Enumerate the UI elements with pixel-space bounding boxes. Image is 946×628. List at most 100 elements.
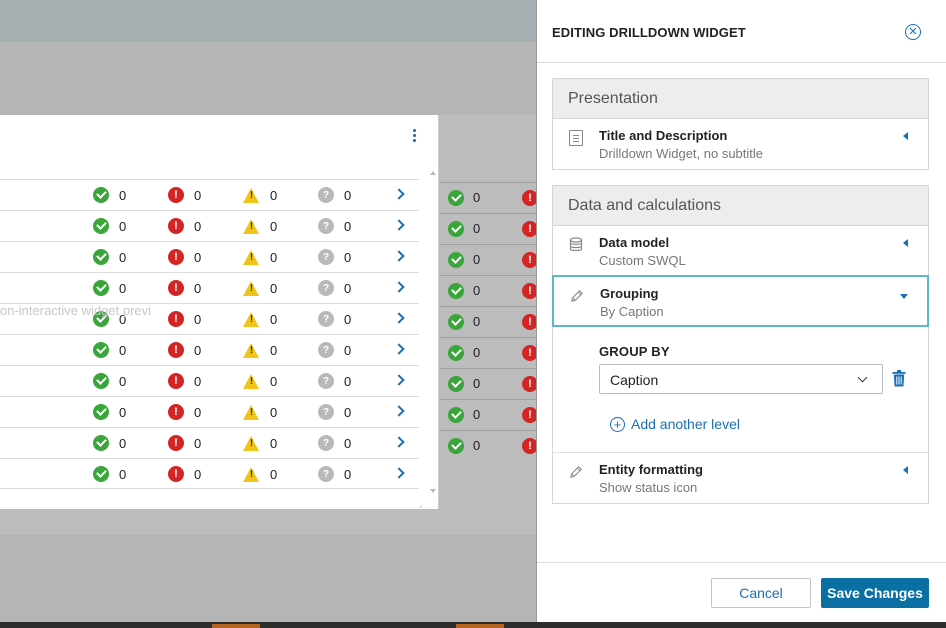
critical-count: 0 [194, 249, 202, 265]
chevron-right-icon[interactable] [393, 250, 405, 262]
resize-handle-icon[interactable]: ⌟ [419, 501, 422, 509]
critical-count: 0 [194, 404, 202, 420]
unknown-status-icon: ? [318, 249, 334, 265]
item-title: Entity formatting [599, 462, 703, 477]
warning-count: 0 [270, 435, 278, 451]
document-icon [569, 130, 583, 146]
dashboard-top-bar [0, 0, 536, 42]
warning-status-icon [243, 311, 260, 327]
unknown-count: 0 [344, 187, 352, 203]
close-icon[interactable]: ✕ [905, 24, 921, 40]
critical-count-cell: ! 0 [168, 342, 201, 358]
add-another-level-link[interactable]: + Add another level [610, 416, 740, 432]
chevron-right-icon[interactable] [393, 343, 405, 355]
critical-status-icon: ! [522, 190, 536, 206]
warning-status-icon [243, 218, 260, 234]
chevron-right-icon[interactable] [393, 436, 405, 448]
chevron-right-icon[interactable] [393, 405, 405, 417]
table-row[interactable]: 0!00?0 [0, 458, 419, 489]
table-row[interactable]: 0!00?0 [0, 334, 419, 365]
table-row[interactable]: 0!00?0 [0, 427, 419, 458]
table-row[interactable]: 0!00?0 [0, 365, 419, 396]
table-row[interactable]: 0!00?0 [0, 179, 419, 210]
unknown-count-cell: ? 0 [318, 280, 351, 296]
data-model-item[interactable]: Data model Custom SWQL [553, 226, 928, 276]
trash-icon[interactable] [892, 370, 906, 387]
table-row[interactable]: 0!00?0 [0, 396, 419, 427]
ok-status-icon [448, 438, 464, 454]
warning-count: 0 [270, 218, 278, 234]
cancel-button[interactable]: Cancel [711, 578, 811, 608]
table-row[interactable]: 0!00?0 [0, 210, 419, 241]
entity-formatting-item[interactable]: Entity formatting Show status icon [553, 453, 928, 503]
ok-count: 0 [119, 342, 127, 358]
chevron-right-icon[interactable] [393, 312, 405, 324]
critical-count-cell: ! 0 [168, 435, 201, 451]
critical-status-icon: ! [522, 314, 536, 330]
title-description-item[interactable]: Title and Description Drilldown Widget, … [553, 119, 928, 169]
critical-count-cell: ! 0 [168, 187, 201, 203]
ok-count-cell: 0 [93, 466, 126, 482]
dashboard-backdrop: 0!0!0!0!0!0!0!0!0! ⌟ 0!00?00!00?00!00?00… [0, 0, 536, 622]
unknown-count: 0 [344, 342, 352, 358]
unknown-status-icon: ? [318, 404, 334, 420]
presentation-section: Presentation Title and Description Drill… [552, 78, 929, 170]
warning-status-icon [243, 373, 260, 389]
taskbar-tab[interactable] [212, 624, 260, 628]
table-row[interactable]: 0!00?0 [0, 241, 419, 272]
background-row: 0! [440, 213, 536, 244]
critical-status-icon: ! [168, 435, 184, 451]
unknown-count-cell: ? 0 [318, 249, 351, 265]
data-calculations-section: Data and calculations Data model Custom … [552, 185, 929, 504]
critical-status-icon: ! [168, 311, 184, 327]
ok-status-icon [448, 314, 464, 330]
ok-count: 0 [473, 252, 481, 267]
ok-status-icon [93, 435, 109, 451]
ok-count: 0 [473, 376, 481, 391]
data-calculations-heading: Data and calculations [553, 186, 928, 226]
group-by-select[interactable]: Caption [599, 364, 883, 394]
add-another-level-label: Add another level [631, 416, 740, 432]
expand-arrow-icon[interactable] [903, 132, 908, 140]
critical-status-icon: ! [168, 342, 184, 358]
critical-count: 0 [194, 280, 202, 296]
kebab-menu-icon[interactable] [408, 128, 420, 144]
ok-count-cell: 0 [93, 218, 126, 234]
expand-arrow-icon[interactable] [903, 466, 908, 474]
warning-count: 0 [270, 466, 278, 482]
unknown-count: 0 [344, 311, 352, 327]
critical-count: 0 [194, 435, 202, 451]
warning-count-cell: 0 [243, 218, 277, 234]
chevron-right-icon[interactable] [393, 374, 405, 386]
chevron-right-icon[interactable] [393, 467, 405, 479]
save-changes-button[interactable]: Save Changes [821, 578, 929, 608]
unknown-count: 0 [344, 280, 352, 296]
critical-status-icon: ! [168, 249, 184, 265]
ok-status-icon [93, 466, 109, 482]
pencil-icon [571, 290, 583, 302]
chevron-right-icon[interactable] [393, 281, 405, 293]
critical-status-icon: ! [168, 280, 184, 296]
background-widget-rows: 0! 0! 0! 0! 0! 0! 0! 0! 0! [440, 182, 536, 461]
critical-status-icon: ! [168, 404, 184, 420]
expand-arrow-icon[interactable] [903, 239, 908, 247]
unknown-count: 0 [344, 218, 352, 234]
table-row[interactable]: 0!00?0 [0, 303, 419, 334]
critical-count: 0 [194, 218, 202, 234]
chevron-down-icon [857, 372, 868, 383]
background-row: 0! [440, 182, 536, 213]
ok-count-cell: 0 [93, 187, 126, 203]
table-row[interactable]: 0!00?0 [0, 272, 419, 303]
chevron-right-icon[interactable] [393, 219, 405, 231]
scroll-up-arrow-icon[interactable] [430, 171, 436, 175]
critical-status-icon: ! [168, 187, 184, 203]
taskbar-tab[interactable] [456, 624, 504, 628]
ok-count: 0 [119, 218, 127, 234]
scroll-down-arrow-icon[interactable] [430, 489, 436, 493]
unknown-count-cell: ? 0 [318, 218, 351, 234]
preview-scrollbar[interactable] [429, 171, 437, 493]
grouping-item[interactable]: Grouping By Caption [552, 275, 929, 327]
chevron-right-icon[interactable] [393, 188, 405, 200]
unknown-count: 0 [344, 435, 352, 451]
collapse-arrow-icon[interactable] [900, 294, 908, 299]
